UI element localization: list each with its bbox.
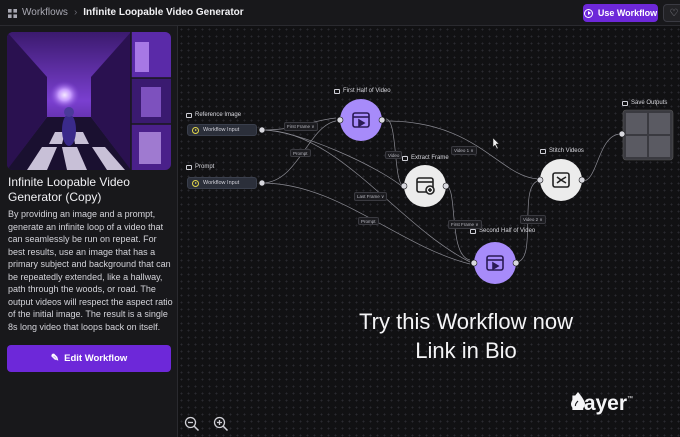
arrow-right-icon: [192, 179, 199, 187]
save-outputs-label: Save Outputs: [622, 100, 667, 106]
workflow-thumbnail: [7, 32, 171, 170]
workflow-canvas[interactable]: Reference Image Workflow Input Prompt Wo…: [178, 26, 680, 437]
overlay-line-2: Link in Bio: [415, 338, 517, 363]
use-workflow-button[interactable]: Use Workflow: [583, 4, 658, 22]
reference-image-input-node[interactable]: Workflow Input: [187, 124, 257, 136]
favorite-button[interactable]: ♡: [663, 4, 680, 22]
cursor-icon: [492, 137, 500, 150]
workflow-title: Infinite Loopable Video Generator (Copy): [8, 175, 130, 204]
layer-drop-icon: [571, 392, 585, 410]
edge-tag-first-frame[interactable]: First Frame ∨: [284, 122, 318, 131]
edit-workflow-button[interactable]: ✎ Edit Workflow: [7, 345, 171, 372]
brand-trademark: ™: [627, 396, 634, 402]
promo-overlay-text: Try this Workflow now Link in Bio: [178, 307, 680, 365]
extract-frame-label: Extract Frame: [402, 155, 449, 161]
reference-image-label: Reference Image: [186, 112, 241, 118]
layer-brand-logo: Layer ™: [571, 392, 633, 416]
workflow-description: By providing an image and a prompt, gene…: [8, 209, 173, 332]
zoom-out-icon: [184, 416, 200, 432]
arrow-right-icon: [192, 126, 199, 134]
prompt-input-node[interactable]: Workflow Input: [187, 177, 257, 189]
edge-tag-prompt[interactable]: Prompt: [290, 149, 311, 157]
zoom-in-icon: [213, 416, 229, 432]
edge-tag-video1[interactable]: Video 1 ∨: [451, 146, 477, 155]
stitch-label: Stitch Videos: [540, 148, 584, 154]
breadcrumb-separator: ›: [73, 7, 78, 18]
zoom-out-button[interactable]: [184, 416, 200, 432]
top-bar: Workflows › Infinite Loopable Video Gene…: [0, 0, 680, 26]
edge-tag-video[interactable]: Video: [385, 151, 403, 159]
breadcrumb-current: Infinite Loopable Video Generator: [83, 7, 244, 18]
use-workflow-label: Use Workflow: [597, 8, 658, 18]
edge-tag-video2[interactable]: Video 2 ∨: [520, 215, 546, 224]
first-half-node[interactable]: [340, 99, 382, 141]
prompt-label: Prompt: [186, 164, 214, 170]
edge-tag-last-frame[interactable]: Last Frame ∨: [354, 192, 388, 201]
heart-icon: ♡: [669, 7, 679, 19]
breadcrumb: Workflows › Infinite Loopable Video Gene…: [8, 6, 244, 20]
second-half-node[interactable]: [474, 242, 516, 284]
breadcrumb-workflows-label: Workflows: [22, 7, 68, 18]
edge-tag-prompt-b[interactable]: Prompt: [358, 217, 379, 225]
first-half-label: First Half of Video: [334, 88, 391, 94]
workflow-info-panel: Infinite Loopable Video Generator (Copy)…: [0, 26, 178, 437]
thumbnail-image: [7, 32, 171, 170]
play-icon: [583, 8, 593, 18]
breadcrumb-workflows[interactable]: Workflows: [8, 6, 68, 20]
overlay-line-1: Try this Workflow now: [359, 309, 573, 334]
edge-tag-first-frame-b[interactable]: First Frame ∨: [448, 220, 482, 229]
extract-frame-node[interactable]: [404, 165, 446, 207]
edge-layer: [258, 99, 674, 284]
pencil-icon: ✎: [50, 353, 60, 364]
edit-workflow-label: Edit Workflow: [64, 353, 128, 364]
zoom-in-button[interactable]: [213, 416, 229, 432]
grid-icon: [8, 8, 17, 18]
